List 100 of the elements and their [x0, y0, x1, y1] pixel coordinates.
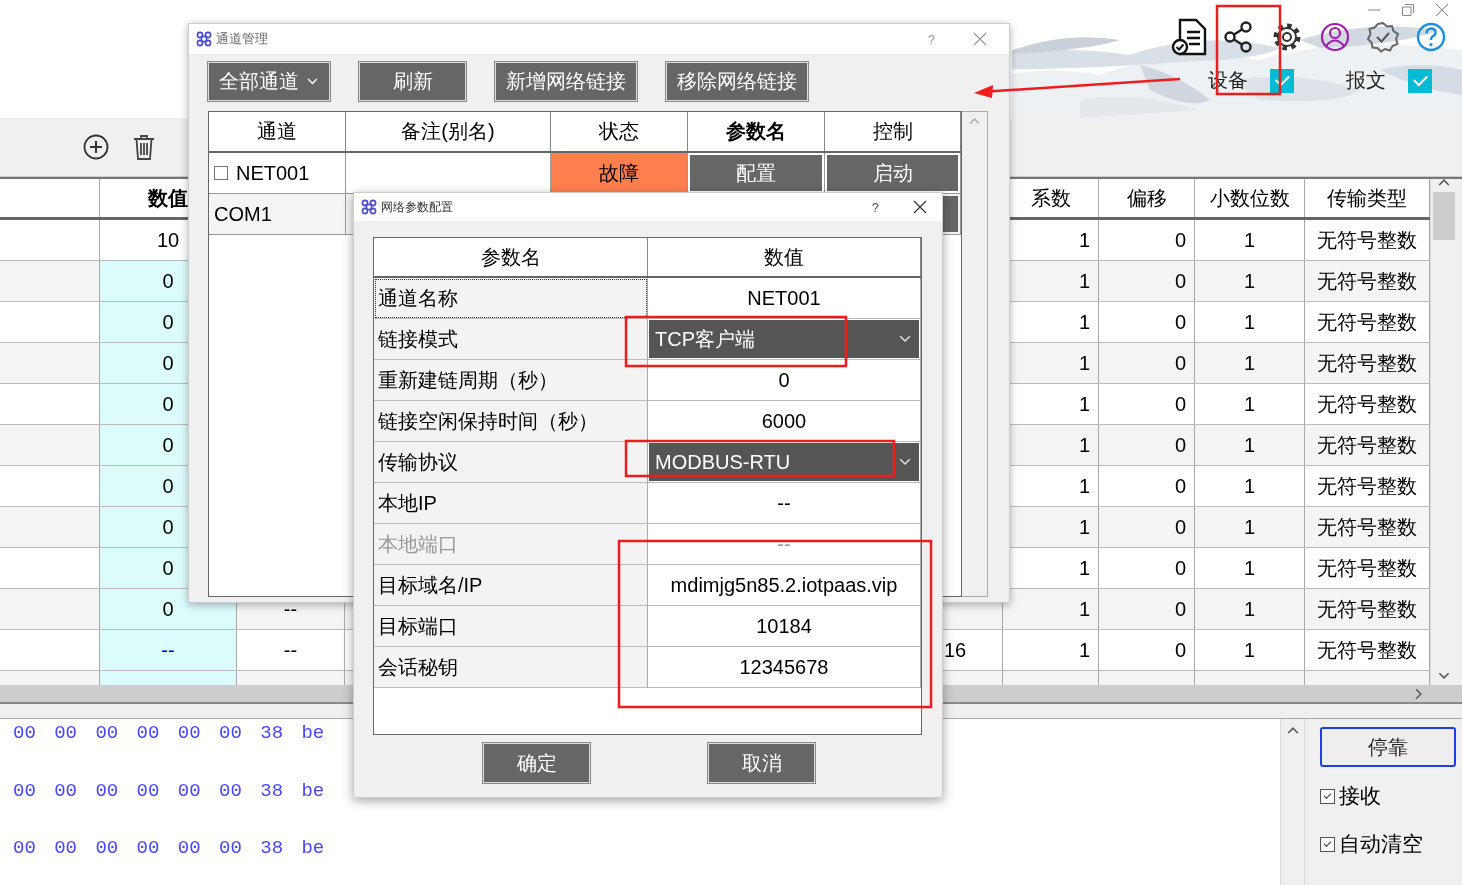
value-field[interactable]: 12345678 — [648, 647, 921, 688]
value-field[interactable]: 0 — [648, 360, 921, 401]
channel-name: COM1 — [209, 194, 346, 235]
table-cell: 0 — [1099, 630, 1195, 671]
chevron-up-icon[interactable] — [1437, 179, 1450, 187]
table-cell: 无符号整数 — [1305, 384, 1430, 425]
table-cell: 无符号整数 — [1305, 302, 1430, 343]
parameter-name: 本地IP — [374, 483, 648, 524]
command-icon — [196, 31, 212, 47]
close-icon[interactable] — [913, 200, 927, 214]
parameter-name: 链接模式 — [374, 319, 648, 360]
checkbox[interactable] — [214, 166, 228, 180]
trash-icon[interactable] — [133, 134, 155, 160]
chevron-down-icon[interactable] — [1437, 672, 1450, 679]
table-cell: 0 — [1099, 302, 1195, 343]
table-cell: 16 — [940, 630, 1003, 671]
help-button[interactable]: ? — [871, 199, 879, 215]
table-cell: 0 — [1099, 507, 1195, 548]
table-cell: 1 — [1195, 425, 1305, 466]
dialog-title: 网络参数配置 — [381, 198, 454, 216]
restore-icon[interactable] — [1402, 4, 1414, 16]
dock-button[interactable]: 停靠 — [1320, 727, 1456, 767]
toolbar-button[interactable]: 移除网络链接 — [666, 62, 808, 101]
toggle-label: 报文 — [1346, 68, 1386, 93]
chevron-down-icon — [899, 335, 911, 343]
table-cell: 1 — [1195, 630, 1305, 671]
table-cell: 1 — [1195, 589, 1305, 630]
table-cell: 0 — [1099, 384, 1195, 425]
column-header[interactable]: 偏移 — [1099, 179, 1195, 217]
chevron-up-icon[interactable] — [1286, 727, 1299, 735]
table-cell: 0 — [1099, 425, 1195, 466]
toolbar-button[interactable]: 刷新 — [359, 62, 466, 101]
table-cell: 1 — [1195, 548, 1305, 589]
table-cell: 0 — [1099, 548, 1195, 589]
parameter-name: 目标域名/IP — [374, 565, 648, 606]
checkbox[interactable] — [1320, 836, 1335, 852]
chevron-down-icon — [899, 458, 911, 466]
table-cell: 0 — [1099, 220, 1195, 261]
table-cell: 1 — [1195, 302, 1305, 343]
add-icon[interactable] — [83, 134, 109, 160]
config-button[interactable]: 配置 — [690, 155, 822, 191]
column-header[interactable]: 参数名 — [688, 112, 825, 151]
table-cell: 1 — [1195, 343, 1305, 384]
column-header[interactable]: 通道 — [209, 112, 346, 151]
table-cell: 1 — [1003, 589, 1099, 630]
parameter-name: 目标端口 — [374, 606, 648, 647]
dialog-button[interactable]: 确定 — [483, 743, 590, 783]
table-cell: -- — [100, 630, 237, 671]
verified-badge-icon[interactable] — [1365, 19, 1401, 55]
chevron-down-icon — [307, 78, 318, 85]
checkbox-label: 接收 — [1339, 783, 1381, 809]
table-cell: 0 — [1099, 261, 1195, 302]
table-cell: 无符号整数 — [1305, 343, 1430, 384]
parameter-name: 重新建链周期（秒） — [374, 360, 648, 401]
checkbox[interactable] — [1320, 788, 1335, 804]
column-header[interactable]: 备注(别名) — [346, 112, 551, 151]
parameter-name: 本地端口 — [374, 524, 648, 565]
value-field[interactable]: NET001 — [648, 278, 921, 319]
parameter-name: 通道名称 — [374, 278, 648, 319]
value-field[interactable]: 10184 — [648, 606, 921, 647]
chevron-right-icon[interactable] — [1415, 687, 1422, 700]
dropdown-field[interactable]: MODBUS-RTU — [649, 443, 919, 481]
table-cell: 1 — [1195, 466, 1305, 507]
column-header[interactable]: 状态 — [551, 112, 688, 151]
value-field[interactable]: 6000 — [648, 401, 921, 442]
table-cell: 无符号整数 — [1305, 466, 1430, 507]
table-cell: 0 — [1099, 589, 1195, 630]
table-cell: 无符号整数 — [1305, 261, 1430, 302]
dialog-button[interactable]: 取消 — [708, 743, 815, 783]
column-header[interactable]: 控制 — [825, 112, 961, 151]
table-cell: 1 — [1195, 507, 1305, 548]
table-cell: 1 — [1003, 630, 1099, 671]
channel-name: NET001 — [236, 161, 310, 185]
checkbox[interactable] — [1408, 68, 1432, 93]
checkbox-label: 自动清空 — [1339, 831, 1423, 857]
table-cell: 无符号整数 — [1305, 425, 1430, 466]
log-line: 00 00 00 00 00 00 38 be — [13, 836, 325, 861]
value-field[interactable]: -- — [648, 483, 921, 524]
toolbar-button[interactable]: 新增网络链接 — [495, 62, 637, 101]
table-cell: -- — [237, 630, 345, 671]
dropdown-field[interactable]: TCP客户端 — [649, 320, 919, 358]
vertical-scrollbar[interactable] — [1430, 179, 1456, 685]
vertical-scrollbar[interactable] — [1280, 719, 1305, 885]
table-cell: 无符号整数 — [1305, 630, 1430, 671]
command-icon — [361, 199, 377, 215]
parameter-name: 链接空闲保持时间（秒） — [374, 401, 648, 442]
column-header[interactable]: 参数名 — [374, 238, 648, 276]
log-line: 00 00 00 00 00 00 38 be — [13, 778, 325, 804]
column-header[interactable]: 小数位数 — [1195, 179, 1305, 217]
document-check-icon[interactable] — [1171, 18, 1209, 56]
table-cell: 1 — [1195, 384, 1305, 425]
table-cell: 0 — [1099, 466, 1195, 507]
scrollbar-thumb[interactable] — [1432, 192, 1455, 241]
start-button[interactable]: 启动 — [827, 155, 958, 191]
value-field[interactable]: mdimjg5n85.2.iotpaas.vip — [648, 565, 921, 606]
channel-filter-dropdown[interactable]: 全部通道 — [208, 62, 330, 101]
column-header[interactable]: 数值 — [648, 238, 921, 276]
status-cell: 故障 — [551, 153, 688, 194]
dialog-title: 通道管理 — [216, 30, 269, 48]
table-cell: 1 — [1195, 261, 1305, 302]
